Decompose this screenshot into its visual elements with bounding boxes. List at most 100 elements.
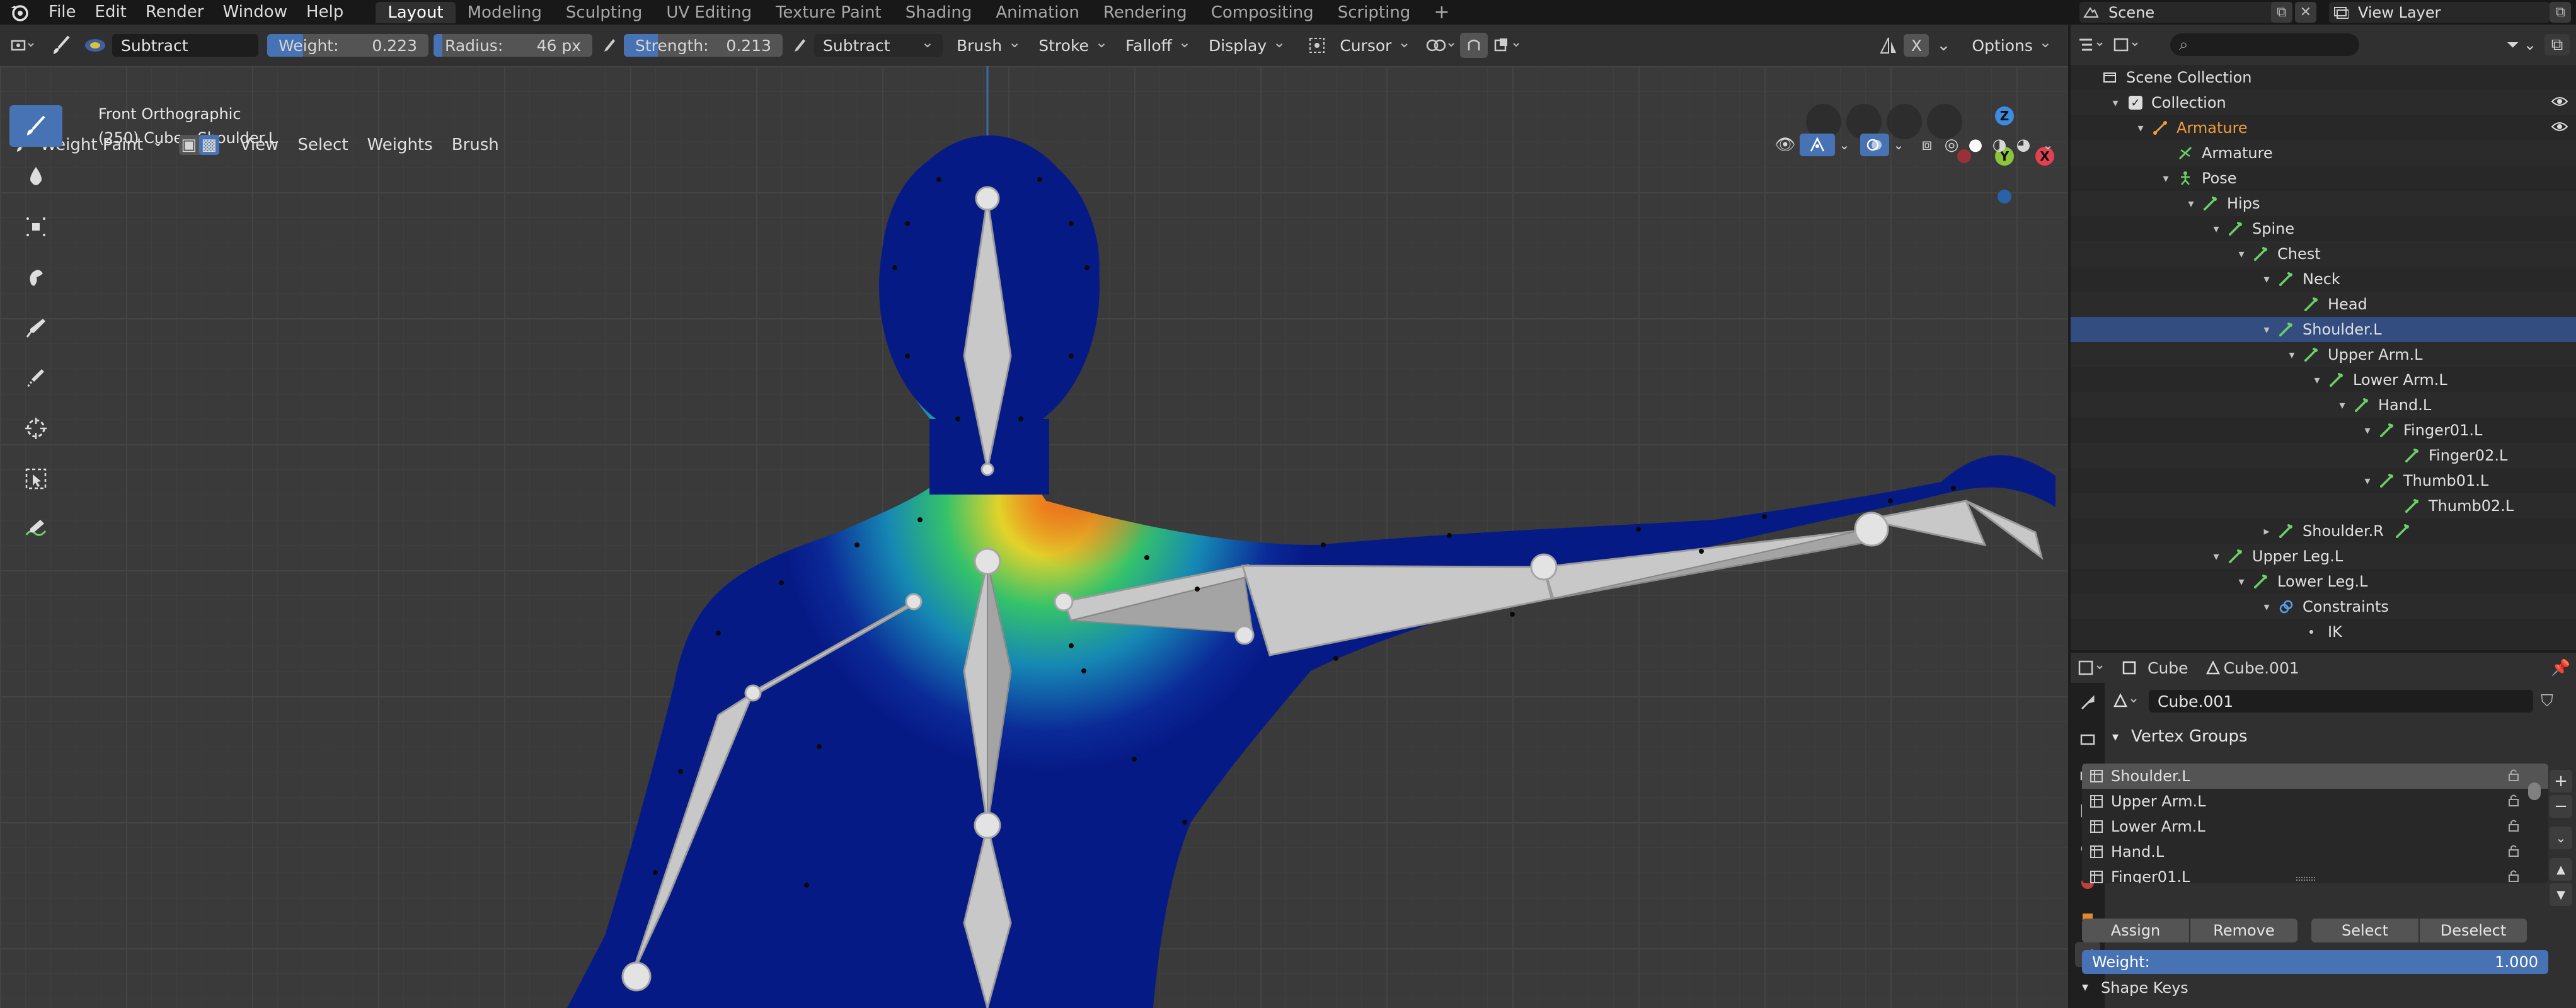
tab-texture-paint[interactable]: Texture Paint xyxy=(764,2,894,23)
vertex-group-specials-chevron-icon[interactable]: ⌄ xyxy=(2550,827,2572,849)
average-tool[interactable] xyxy=(9,206,62,248)
brush-name-field[interactable]: Subtract xyxy=(112,34,258,57)
blend-mode-dropdown[interactable]: Subtract xyxy=(814,34,943,57)
vertex-group-item[interactable]: Hand.L xyxy=(2082,839,2548,864)
lock-icon[interactable] xyxy=(2507,768,2521,785)
snapping-icon[interactable] xyxy=(1488,33,1527,58)
mesh-browse-icon[interactable] xyxy=(2112,692,2149,710)
outliner-editor-type-icon[interactable] xyxy=(2077,36,2112,54)
display-mode-icon[interactable] xyxy=(2112,36,2148,54)
outliner-row[interactable]: ▾ Pose xyxy=(2071,166,2576,191)
face-mask-icon[interactable]: ▣ xyxy=(179,135,199,155)
brush-preview-icon[interactable] xyxy=(78,33,112,58)
properties-editor-type-icon[interactable] xyxy=(2077,659,2121,677)
scene-selector[interactable]: Scene xyxy=(2079,2,2281,23)
lock-object-modes-icon[interactable] xyxy=(1459,33,1488,58)
gizmo-chevron-icon[interactable]: ⌄ xyxy=(1835,137,1854,152)
outliner-row[interactable]: ▾ Armature xyxy=(2071,115,2576,140)
new-collection-icon[interactable]: ⧉ xyxy=(2544,34,2570,55)
blender-logo-icon[interactable] xyxy=(9,2,30,23)
list-resize-grip[interactable] xyxy=(2296,877,2315,881)
outliner-row[interactable]: ▾ Neck xyxy=(2071,266,2576,292)
cursor-tool[interactable] xyxy=(9,408,62,449)
outliner-row[interactable]: ▾ Upper Leg.L xyxy=(2071,544,2576,569)
mirror-dropdown-chevron-icon[interactable]: ⌄ xyxy=(1934,33,1953,58)
display-menu[interactable]: Display xyxy=(1200,34,1294,57)
collapse-arrow-icon[interactable]: ▾ xyxy=(2107,96,2124,110)
shading-chevron-icon[interactable]: ⌄ xyxy=(2035,137,2061,152)
delete-scene-icon[interactable]: ✕ xyxy=(2295,2,2316,23)
visibility-eye-icon[interactable] xyxy=(2551,119,2568,137)
3d-viewport[interactable]: Weight Paint ⌄ ▣ ▩ View Select Weights B… xyxy=(0,66,2068,1008)
lock-icon[interactable] xyxy=(2507,818,2521,835)
collapse-arrow-icon[interactable]: ▾ xyxy=(2309,374,2325,387)
select-button[interactable]: Select xyxy=(2311,919,2418,942)
outliner-row[interactable]: ▾ Hand.L xyxy=(2071,392,2576,418)
vertex-group-item[interactable]: Lower Arm.L xyxy=(2082,814,2548,839)
tab-sculpting[interactable]: Sculpting xyxy=(554,2,654,23)
outliner-row[interactable]: ▾ Spine xyxy=(2071,216,2576,241)
weight-slider[interactable]: Weight: 0.223 xyxy=(267,34,428,57)
collapse-arrow-icon[interactable]: ▾ xyxy=(2258,323,2275,336)
tab-rendering[interactable]: Rendering xyxy=(1091,2,1199,23)
outliner-row[interactable]: ▾ Constraints xyxy=(2071,594,2576,619)
deselect-button[interactable]: Deselect xyxy=(2420,919,2527,942)
tab-uv-editing[interactable]: UV Editing xyxy=(654,2,764,23)
lock-icon[interactable] xyxy=(2507,869,2521,884)
editor-type-icon[interactable] xyxy=(0,33,44,58)
overlays-chevron-icon[interactable]: ⌄ xyxy=(1889,137,1908,152)
collapse-arrow-icon[interactable]: ▾ xyxy=(2233,575,2250,588)
strength-pressure-icon[interactable] xyxy=(788,33,810,58)
show-gizmo-icon[interactable] xyxy=(1800,134,1835,156)
brush-menu[interactable]: Brush xyxy=(948,34,1030,57)
menu-window[interactable]: Window xyxy=(213,0,297,25)
gradient-tool[interactable] xyxy=(9,357,62,399)
tab-tool-icon[interactable] xyxy=(2075,690,2100,716)
remove-button[interactable]: Remove xyxy=(2190,919,2297,942)
draw-tool[interactable] xyxy=(9,105,62,147)
collapse-arrow-icon[interactable]: ▾ xyxy=(2359,474,2376,488)
visibility-eye-icon[interactable] xyxy=(2551,94,2568,112)
tab-shading[interactable]: Shading xyxy=(894,2,984,23)
vertex-groups-panel-header[interactable]: ▾ Vertex Groups xyxy=(2112,722,2570,751)
menu-file[interactable]: File xyxy=(39,0,86,25)
menu-render[interactable]: Render xyxy=(136,0,214,25)
vertex-group-item[interactable]: Shoulder.L xyxy=(2082,764,2548,789)
cursor-icon[interactable] xyxy=(1303,33,1331,58)
outliner-row[interactable]: ▾ Thumb01.L xyxy=(2071,468,2576,493)
assign-weight-slider[interactable]: Weight: 1.000 xyxy=(2082,950,2548,974)
vertex-group-item[interactable]: Upper Arm.L xyxy=(2082,789,2548,814)
radius-pressure-icon[interactable] xyxy=(597,33,620,58)
radius-field[interactable]: Radius: 46 px xyxy=(434,34,592,57)
collapse-arrow-icon[interactable]: ▾ xyxy=(2208,550,2224,563)
cursor-menu[interactable]: Cursor xyxy=(1331,34,1419,57)
new-view-layer-icon[interactable]: ⧉ xyxy=(2550,2,2571,23)
mesh-name-field[interactable]: Cube.001 xyxy=(2149,690,2533,713)
outliner-row[interactable]: Thumb02.L xyxy=(2071,493,2576,518)
collection-checkbox[interactable]: ✓ xyxy=(2129,96,2142,110)
outliner-row[interactable]: ▾ Finger01.L xyxy=(2071,418,2576,443)
outliner-row[interactable]: Head xyxy=(2071,292,2576,317)
outliner-row[interactable]: Scene Collection xyxy=(2071,65,2576,90)
menu-help[interactable]: Help xyxy=(297,0,353,25)
menu-edit[interactable]: Edit xyxy=(86,0,136,25)
show-overlays-icon[interactable] xyxy=(1860,134,1889,156)
symmetry-link-icon[interactable] xyxy=(1420,33,1460,58)
tab-animation[interactable]: Animation xyxy=(984,2,1091,23)
outliner-row[interactable]: ▾ Shoulder.L xyxy=(2071,317,2576,342)
tab-render-icon[interactable] xyxy=(2075,726,2100,752)
menu-select[interactable]: Select xyxy=(288,135,357,154)
x-mirror-toggle[interactable]: X xyxy=(1904,34,1929,57)
vertex-mask-icon[interactable]: ▩ xyxy=(198,135,219,155)
add-vertex-group-button[interactable]: + xyxy=(2550,770,2572,793)
new-scene-icon[interactable]: ⧉ xyxy=(2271,2,2292,23)
outliner-row[interactable]: ▸ Shoulder.R xyxy=(2071,518,2576,544)
collapse-arrow-icon[interactable]: ▾ xyxy=(2258,600,2275,614)
menu-brush[interactable]: Brush xyxy=(442,135,509,154)
tab-compositing[interactable]: Compositing xyxy=(1199,2,1326,23)
remove-vertex-group-button[interactable]: − xyxy=(2550,795,2572,818)
collapse-arrow-icon[interactable]: ▾ xyxy=(2284,348,2300,362)
outliner-row[interactable]: ▾ Hips xyxy=(2071,191,2576,216)
outliner-row[interactable]: ▾ Upper Arm.L xyxy=(2071,342,2576,367)
stroke-menu[interactable]: Stroke xyxy=(1030,34,1117,57)
